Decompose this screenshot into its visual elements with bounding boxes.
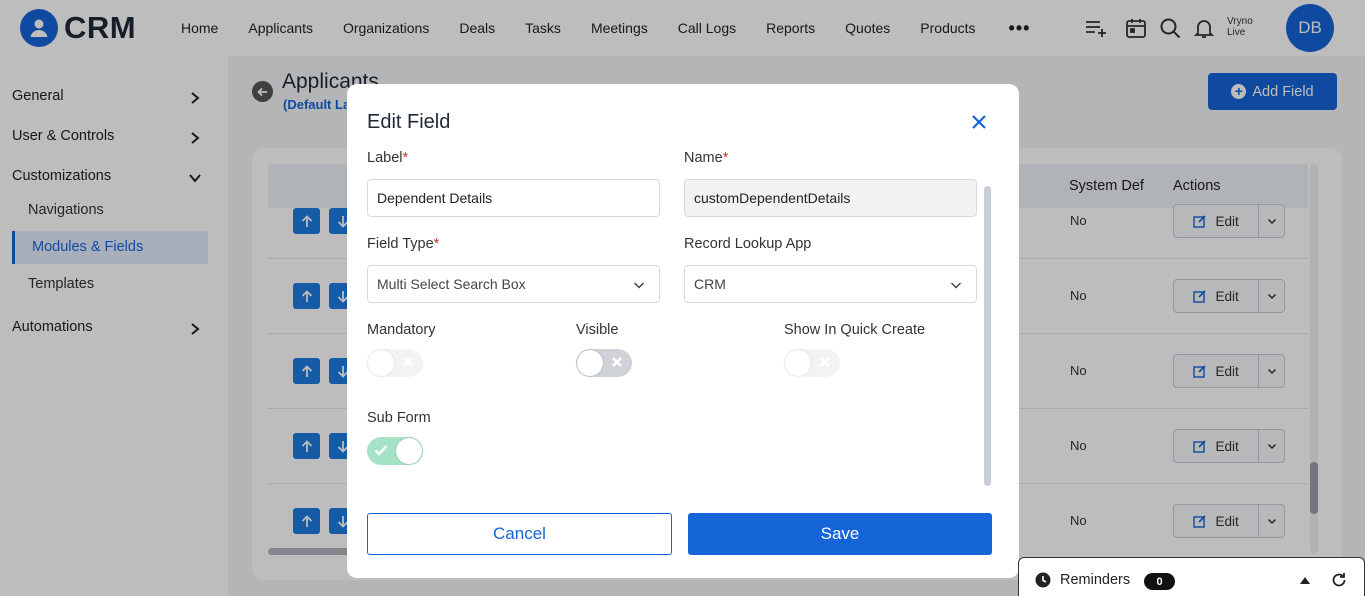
toggle-knob [785,350,811,376]
save-button[interactable]: Save [688,513,992,555]
reminders-bar[interactable]: Reminders 0 [1018,557,1365,596]
edit-field-dialog: Edit Field Label* Dependent Details Name… [347,84,1019,578]
sub-form-toggle[interactable] [367,437,423,465]
label-field-label-text: Label [367,150,403,166]
name-input[interactable]: customDependentDetails [684,179,977,217]
quick-create-label: Show In Quick Create [784,322,926,338]
quick-create-toggle[interactable] [784,349,840,377]
sub-form-label: Sub Form [367,410,431,426]
clock-icon [1035,572,1051,588]
toggle-knob [396,438,422,464]
toggle-knob [368,350,394,376]
chevron-down-icon [950,282,962,289]
toggle-knob [577,350,603,376]
cancel-button[interactable]: Cancel [367,513,672,555]
reminders-label: Reminders [1060,572,1131,588]
required-marker: * [722,150,729,166]
name-field-label: Name* [684,150,728,166]
label-field-label: Label* [367,150,408,166]
required-marker: * [433,236,440,252]
visible-toggle[interactable] [576,349,632,377]
record-lookup-select[interactable]: CRM [684,265,977,303]
caret-up-icon[interactable] [1300,576,1310,584]
mandatory-toggle[interactable] [367,349,423,377]
dialog-title: Edit Field [367,111,451,133]
check-icon [374,445,388,456]
chevron-down-icon [633,282,645,289]
field-type-select[interactable]: Multi Select Search Box [367,265,660,303]
close-icon[interactable] [970,113,988,131]
label-input[interactable]: Dependent Details [367,179,660,217]
required-marker: * [402,150,409,166]
x-icon [612,357,622,367]
x-icon [403,357,413,367]
record-lookup-label: Record Lookup App [684,236,812,252]
field-type-label: Field Type* [367,236,439,252]
reminders-count-badge: 0 [1144,573,1175,590]
visible-label: Visible [576,322,619,338]
name-field-label-text: Name [684,150,723,166]
mandatory-label: Mandatory [367,322,436,338]
refresh-icon[interactable] [1331,572,1347,588]
dialog-scrollbar[interactable] [984,186,991,486]
field-type-value: Multi Select Search Box [377,276,526,292]
record-lookup-value: CRM [694,276,726,292]
field-type-label-text: Field Type [367,236,434,252]
x-icon [820,357,830,367]
